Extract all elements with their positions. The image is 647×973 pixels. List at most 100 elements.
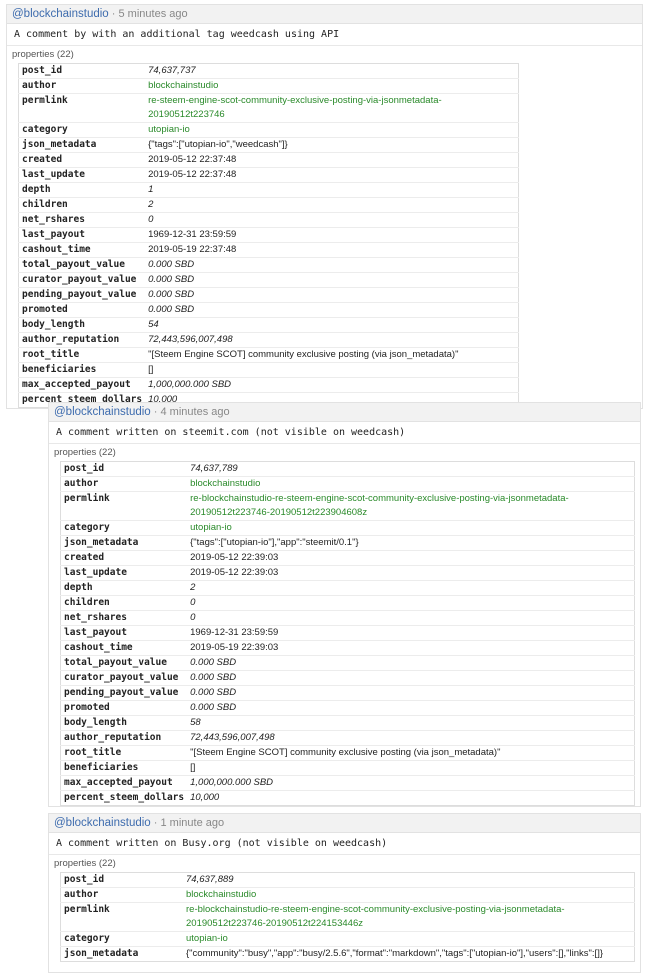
property-key: category bbox=[60, 520, 188, 536]
property-key: category bbox=[18, 122, 146, 138]
property-value: 2019-05-19 22:37:48 bbox=[145, 242, 519, 258]
property-row: post_id 74,637,889 bbox=[61, 873, 635, 888]
property-row: promoted 0.000 SBD bbox=[18, 302, 519, 318]
property-key: root_title bbox=[18, 347, 146, 363]
comment-body: A comment by with an additional tag weed… bbox=[7, 24, 642, 46]
properties-toggle[interactable]: properties (22) bbox=[7, 46, 642, 63]
property-value: 2 bbox=[187, 580, 635, 596]
property-value: {"community":"busy","app":"busy/2.5.6","… bbox=[183, 946, 635, 962]
property-value: 74,637,889 bbox=[186, 874, 234, 885]
property-value: 10,000 bbox=[187, 790, 635, 806]
property-row: total_payout_value 0.000 SBD bbox=[18, 257, 519, 273]
property-key: post_id bbox=[22, 65, 63, 76]
property-row: children 0 bbox=[60, 595, 635, 611]
property-key: pending_payout_value bbox=[60, 685, 188, 701]
property-row: permlink re-blockchainstudio-re-steem-eng… bbox=[60, 902, 635, 932]
property-row: curator_payout_value 0.000 SBD bbox=[18, 272, 519, 288]
property-key: created bbox=[18, 152, 146, 168]
property-key: last_update bbox=[60, 565, 188, 581]
property-key: net_rshares bbox=[60, 610, 188, 626]
property-row: percent_steem_dollars 10,000 bbox=[60, 790, 635, 806]
comment-author-link[interactable]: @blockchainstudio bbox=[54, 817, 151, 829]
property-value[interactable]: re-blockchainstudio-re-steem-engine-scot… bbox=[187, 491, 635, 521]
property-row: json_metadata {"tags":["utopian-io"],"app… bbox=[60, 535, 635, 551]
property-row: last_update 2019-05-12 22:39:03 bbox=[60, 565, 635, 581]
comment-timestamp: 4 minutes ago bbox=[160, 406, 230, 418]
property-key: author bbox=[60, 476, 188, 492]
property-key: percent_steem_dollars bbox=[60, 790, 188, 806]
separator: · bbox=[111, 8, 116, 20]
property-value: 1969-12-31 23:59:59 bbox=[145, 227, 519, 243]
property-value: 0.000 SBD bbox=[145, 257, 519, 273]
property-value: 2019-05-19 22:39:03 bbox=[187, 640, 635, 656]
comment-card: @blockchainstudio · 1 minute ago A comme… bbox=[48, 813, 641, 973]
property-row: post_id 74,637,789 bbox=[61, 462, 635, 477]
property-row: body_length 54 bbox=[18, 317, 519, 333]
property-key: body_length bbox=[60, 715, 188, 731]
property-value[interactable]: utopian-io bbox=[145, 122, 519, 138]
property-value: {"tags":["utopian-io","weedcash"]} bbox=[145, 137, 519, 153]
property-value: 2019-05-12 22:37:48 bbox=[145, 152, 519, 168]
property-key: pending_payout_value bbox=[18, 287, 146, 303]
property-value: [] bbox=[145, 362, 519, 378]
property-row: permlink re-blockchainstudio-re-steem-eng… bbox=[60, 491, 635, 521]
property-value: 72,443,596,007,498 bbox=[145, 332, 519, 348]
comment-body: A comment written on Busy.org (not visib… bbox=[49, 833, 640, 855]
property-row: permlink re-steem-engine-scot-community-e… bbox=[18, 93, 519, 123]
properties-toggle[interactable]: properties (22) bbox=[49, 444, 640, 461]
property-value: 0.000 SBD bbox=[145, 272, 519, 288]
property-value: {"tags":["utopian-io"],"app":"steemit/0.… bbox=[187, 535, 635, 551]
property-value: 0.000 SBD bbox=[187, 655, 635, 671]
property-value[interactable]: blockchainstudio bbox=[145, 78, 519, 94]
property-key: post_id bbox=[64, 463, 105, 474]
property-key: json_metadata bbox=[18, 137, 146, 153]
property-key: max_accepted_payout bbox=[60, 775, 188, 791]
property-value: 0.000 SBD bbox=[187, 670, 635, 686]
property-value: 0.000 SBD bbox=[145, 287, 519, 303]
separator: · bbox=[153, 817, 158, 829]
property-row: max_accepted_payout 1,000,000.000 SBD bbox=[18, 377, 519, 393]
property-row: max_accepted_payout 1,000,000.000 SBD bbox=[60, 775, 635, 791]
property-value[interactable]: blockchainstudio bbox=[183, 887, 635, 903]
property-value: 2 bbox=[145, 197, 519, 213]
property-value[interactable]: utopian-io bbox=[183, 931, 635, 947]
properties-table: post_id 74,637,889 author blockchainstudio p… bbox=[60, 872, 635, 962]
property-value: "[Steem Engine SCOT] community exclusive… bbox=[187, 745, 635, 761]
property-key: created bbox=[60, 550, 188, 566]
property-row: depth 2 bbox=[60, 580, 635, 596]
comment-author-link[interactable]: @blockchainstudio bbox=[12, 8, 109, 20]
property-key: beneficiaries bbox=[60, 760, 188, 776]
property-row: post_id 74,637,737 bbox=[19, 64, 519, 79]
property-value: 0 bbox=[145, 212, 519, 228]
property-value[interactable]: blockchainstudio bbox=[187, 476, 635, 492]
property-value: 1969-12-31 23:59:59 bbox=[187, 625, 635, 641]
properties-table: post_id 74,637,789 author blockchainstudio p… bbox=[60, 461, 635, 806]
comment-body: A comment written on steemit.com (not vi… bbox=[49, 422, 640, 444]
property-row: created 2019-05-12 22:39:03 bbox=[60, 550, 635, 566]
property-row: beneficiaries[] bbox=[60, 760, 635, 776]
property-key: max_accepted_payout bbox=[18, 377, 146, 393]
property-value[interactable]: re-blockchainstudio-re-steem-engine-scot… bbox=[183, 902, 635, 932]
property-value: 0 bbox=[187, 595, 635, 611]
property-row: net_rshares 0 bbox=[60, 610, 635, 626]
property-row: category utopian-io bbox=[60, 520, 635, 536]
property-value: 0.000 SBD bbox=[145, 302, 519, 318]
comment-author-link[interactable]: @blockchainstudio bbox=[54, 406, 151, 418]
property-value: 74,637,737 bbox=[148, 65, 196, 76]
property-key: last_payout bbox=[18, 227, 146, 243]
property-row: depth 1 bbox=[18, 182, 519, 198]
property-row: json_metadata {"community":"busy","app":"… bbox=[60, 946, 635, 962]
properties-toggle[interactable]: properties (22) bbox=[49, 855, 640, 872]
property-value[interactable]: re-steem-engine-scot-community-exclusive… bbox=[145, 93, 519, 123]
property-value: 72,443,596,007,498 bbox=[187, 730, 635, 746]
property-value: 2019-05-12 22:39:03 bbox=[187, 550, 635, 566]
separator: · bbox=[153, 406, 158, 418]
property-key: permlink bbox=[18, 93, 146, 123]
property-value[interactable]: utopian-io bbox=[187, 520, 635, 536]
properties-table: post_id 74,637,737 author blockchainstudio p… bbox=[18, 63, 519, 408]
property-value: 0 bbox=[187, 610, 635, 626]
property-key: last_payout bbox=[60, 625, 188, 641]
property-row: total_payout_value 0.000 SBD bbox=[60, 655, 635, 671]
property-row: cashout_time 2019-05-19 22:39:03 bbox=[60, 640, 635, 656]
property-key: promoted bbox=[60, 700, 188, 716]
